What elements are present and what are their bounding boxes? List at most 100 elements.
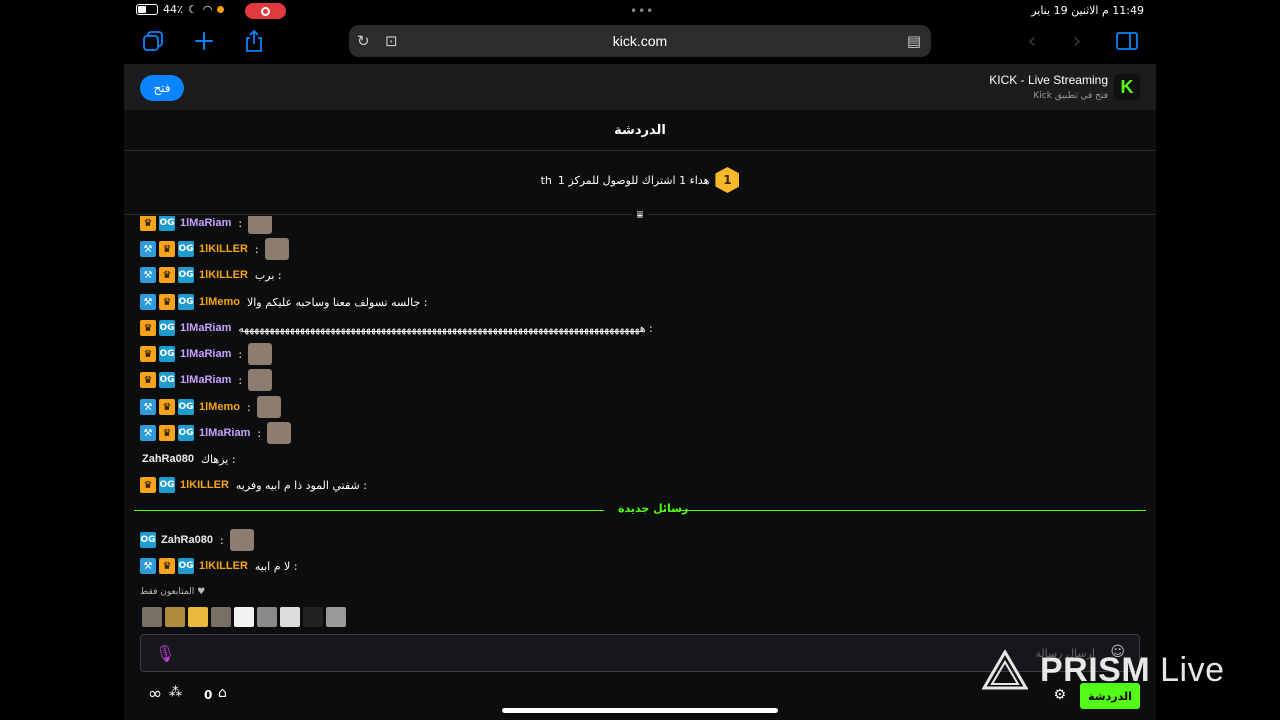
chat-message[interactable]: ⚒ ♛ OG 1lMaRiam:: [140, 422, 292, 444]
smart-app-banner: فتح KICK - Live Streaming فتح في تطبيق K…: [124, 64, 1156, 110]
message-emote: [264, 238, 289, 260]
share-icon[interactable]: [241, 28, 267, 54]
followers-only-label: ♥ المتابعون فقط: [140, 587, 206, 597]
og-badge-icon: OG: [178, 399, 194, 415]
emote-item[interactable]: [142, 607, 162, 627]
subscriber-badge-icon: ♛: [159, 241, 175, 257]
og-badge-icon: OG: [159, 346, 175, 362]
message-text: : جالسه تسولف معنا وساحبه عليكم والا: [246, 295, 428, 309]
message-text: : يزهاك: [200, 452, 236, 466]
reload-icon[interactable]: ↻: [357, 32, 370, 50]
message-username[interactable]: 1lKILLER: [180, 479, 229, 491]
emote-item[interactable]: [165, 607, 185, 627]
chat-message[interactable]: ♛ OG 1lMaRiam:: [140, 369, 273, 391]
chat-message[interactable]: ⚒ ♛ OG 1lMemo: جالسه تسولف معنا وساحبه عليك…: [140, 291, 428, 313]
store-icon[interactable]: ⌂: [218, 685, 227, 701]
prism-logo-icon: [982, 650, 1028, 690]
chat-message[interactable]: ⚒ ♛ OG 1lMemo:: [140, 396, 281, 418]
new-tab-icon[interactable]: [191, 28, 217, 54]
emote-item[interactable]: [234, 607, 254, 627]
reader-icon[interactable]: ▤: [907, 32, 921, 50]
chat-message[interactable]: ZahRa080 : يزهاك: [140, 448, 236, 470]
back-icon[interactable]: ‹: [1019, 28, 1045, 54]
emote-item[interactable]: [349, 607, 369, 627]
message-text: :: [246, 400, 251, 414]
prism-brand-text: PRISM Live: [1040, 650, 1225, 689]
forward-icon[interactable]: ›: [1064, 28, 1090, 54]
message-emote: [248, 216, 273, 234]
chat-message[interactable]: ♛ OG 1lKILLER: شفتي المود ذا م ابيه وفريه: [140, 474, 367, 496]
message-username[interactable]: 1lKILLER: [199, 269, 248, 281]
subscriber-badge-icon: ♛: [140, 320, 156, 336]
emote-item[interactable]: [303, 607, 323, 627]
chat-message[interactable]: ♛ OG 1lMaRiam:: [140, 216, 273, 234]
multitask-dots-icon[interactable]: •••: [630, 4, 654, 18]
extensions-icon[interactable]: ⊡: [385, 32, 398, 50]
app-subtitle: فتح في تطبيق Kick: [1033, 91, 1108, 101]
subscriber-badge-icon: ♛: [159, 558, 175, 574]
chat-message[interactable]: ♛ OG 1lMaRiam:: [140, 343, 273, 365]
og-badge-icon: OG: [159, 320, 175, 336]
message-text: : شفتي المود ذا م ابيه وفريه: [235, 478, 367, 492]
chat-message[interactable]: ⚒ ♛ OG 1lKILLER:: [140, 238, 289, 260]
chat-message[interactable]: ⚒ ♛ OG 1lKILLER: لا م ابيه: [140, 555, 298, 577]
message-username[interactable]: 1lMaRiam: [180, 217, 231, 229]
og-badge-icon: OG: [159, 477, 175, 493]
message-username[interactable]: ZahRa080: [161, 534, 213, 546]
mic-icon[interactable]: 🎙: [155, 644, 175, 663]
message-username[interactable]: 1lMaRiam: [199, 427, 250, 439]
message-username[interactable]: 1lMemo: [199, 401, 240, 413]
subscriber-badge-icon: ♛: [159, 425, 175, 441]
message-username[interactable]: 1lKILLER: [199, 560, 248, 572]
emote-item[interactable]: [188, 607, 208, 627]
wifi-icon: ◠: [202, 3, 213, 16]
address-bar[interactable]: ↻ ⊡ kick.com ▤: [349, 25, 931, 57]
rank-badge-icon: 1: [715, 167, 740, 193]
message-username[interactable]: 1lMaRiam: [180, 374, 231, 386]
tabs-overview-icon[interactable]: [140, 28, 166, 54]
chat-message[interactable]: ⚒ ♛ OG 1lKILLER: برب: [140, 264, 282, 286]
emote-item[interactable]: [257, 607, 277, 627]
coins-icon[interactable]: ⁂: [169, 685, 182, 700]
chat-message[interactable]: ♛ OG 1lMaRiam : ههههههههههههههههههههههههههه…: [140, 317, 653, 339]
infinity-icon[interactable]: ∞: [148, 684, 162, 704]
message-username[interactable]: 1lMaRiam: [180, 348, 231, 360]
status-bar: 44٪ ☾ ◠ ••• 11:49 م الاثنين 19 يناير: [0, 0, 1280, 22]
sub-goal-suffix: th: [540, 173, 552, 187]
message-username[interactable]: 1lMemo: [199, 296, 240, 308]
new-messages-label: رسائل جديدة: [614, 502, 693, 515]
emote-picker-row: [142, 607, 369, 627]
og-badge-icon: OG: [178, 294, 194, 310]
message-username[interactable]: 1lMaRiam: [180, 322, 231, 334]
emote-item[interactable]: [326, 607, 346, 627]
og-badge-icon: OG: [178, 558, 194, 574]
subscriber-badge-icon: ♛: [140, 216, 156, 231]
emote-item[interactable]: [211, 607, 231, 627]
screen-record-icon[interactable]: [245, 3, 286, 19]
sub-goal-banner[interactable]: 1 هداء 1 اشتراك للوصول للمركز 1 th: [124, 162, 1156, 198]
og-badge-icon: OG: [140, 532, 156, 548]
moderator-badge-icon: ⚒: [140, 558, 156, 574]
clock: 11:49 م الاثنين 19 يناير: [1031, 4, 1144, 17]
url-text[interactable]: kick.com: [613, 33, 667, 49]
message-emote: [267, 422, 292, 444]
app-title: KICK - Live Streaming: [989, 73, 1108, 87]
home-indicator[interactable]: [502, 708, 778, 713]
moderator-badge-icon: ⚒: [140, 241, 156, 257]
status-left: 44٪ ☾ ◠: [136, 3, 225, 16]
points-value: 0: [204, 688, 213, 702]
message-text: : هههههههههههههههههههههههههههههههههههههه…: [238, 321, 653, 335]
moon-icon: ☾: [187, 3, 198, 16]
og-badge-icon: OG: [159, 216, 175, 231]
prism-live-watermark: PRISM Live: [982, 650, 1225, 690]
chat-message[interactable]: OG ZahRa080:: [140, 529, 254, 551]
message-username[interactable]: 1lKILLER: [199, 243, 248, 255]
emote-item[interactable]: [280, 607, 300, 627]
subscriber-badge-icon: ♛: [159, 294, 175, 310]
message-emote: [229, 529, 254, 551]
og-badge-icon: OG: [178, 425, 194, 441]
open-app-button[interactable]: فتح: [140, 75, 184, 101]
subscriber-badge-icon: ♛: [159, 399, 175, 415]
sidebar-icon[interactable]: [1114, 28, 1140, 54]
message-username[interactable]: ZahRa080: [142, 453, 194, 465]
